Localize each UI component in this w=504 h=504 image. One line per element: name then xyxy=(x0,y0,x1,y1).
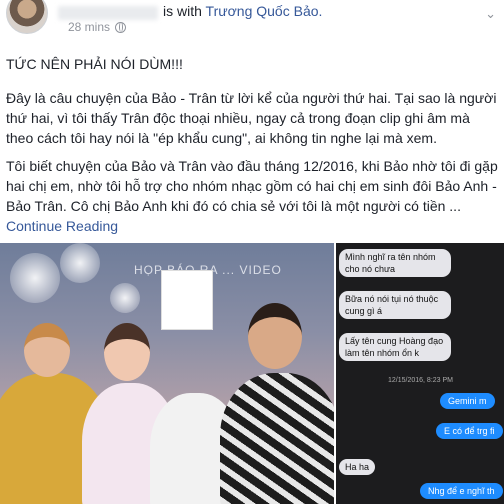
chat-screenshot[interactable]: Mình nghĩ ra tên nhóm cho nó chưa Bữa nó… xyxy=(336,243,504,504)
person-left-head xyxy=(24,323,70,377)
outgoing-message: E có để trg fi xyxy=(436,423,503,439)
stage-light xyxy=(110,283,140,313)
blurred-face-box xyxy=(161,270,213,330)
post-time: 28 mins xyxy=(68,20,127,34)
outgoing-message: Nhg để e nghĩ th xyxy=(420,483,503,499)
person-right-head xyxy=(248,303,302,369)
incoming-message: Mình nghĩ ra tên nhóm cho nó chưa xyxy=(339,249,451,277)
person-right-zebra-jacket xyxy=(220,373,334,504)
post-title: TỨC NÊN PHẢI NÓI DÙM!!! xyxy=(6,56,183,72)
chevron-down-icon[interactable]: ⌄ xyxy=(485,6,496,22)
person-middle-head xyxy=(104,323,150,381)
incoming-message: Lấy tên cung Hoàng đạo làm tên nhóm ổn k xyxy=(339,333,451,361)
post-text: TỨC NÊN PHẢI NÓI DÙM!!! Đây là câu chuyệ… xyxy=(6,54,500,224)
avatar[interactable] xyxy=(6,0,48,34)
post-paragraph-2: Tôi biết chuyện của Bảo và Trân vào đầu … xyxy=(6,158,498,214)
blurred-author-name xyxy=(58,6,158,20)
continue-reading-link[interactable]: Continue Reading xyxy=(6,218,118,234)
tag-line: is with Trương Quốc Bảo. xyxy=(163,3,322,19)
post-paragraph-1: Đây là câu chuyện của Bảo - Trân từ lời … xyxy=(6,90,497,146)
tagged-user-link[interactable]: Trương Quốc Bảo. xyxy=(206,3,323,19)
stage-light xyxy=(10,253,60,303)
with-text: is with xyxy=(163,3,202,19)
globe-icon xyxy=(115,21,127,33)
chat-timestamp: 12/15/2016, 8:23 PM xyxy=(388,377,453,384)
incoming-message: Bữa nó nói tụi nó thuộc cung gì á xyxy=(339,291,451,319)
timestamp-link[interactable]: 28 mins xyxy=(68,20,110,34)
incoming-message: Ha ha xyxy=(339,459,376,475)
post-header: is with Trương Quốc Bảo. 28 mins ⌄ xyxy=(0,0,504,46)
stage-light xyxy=(60,243,100,283)
outgoing-message: Gemini m xyxy=(440,393,495,409)
